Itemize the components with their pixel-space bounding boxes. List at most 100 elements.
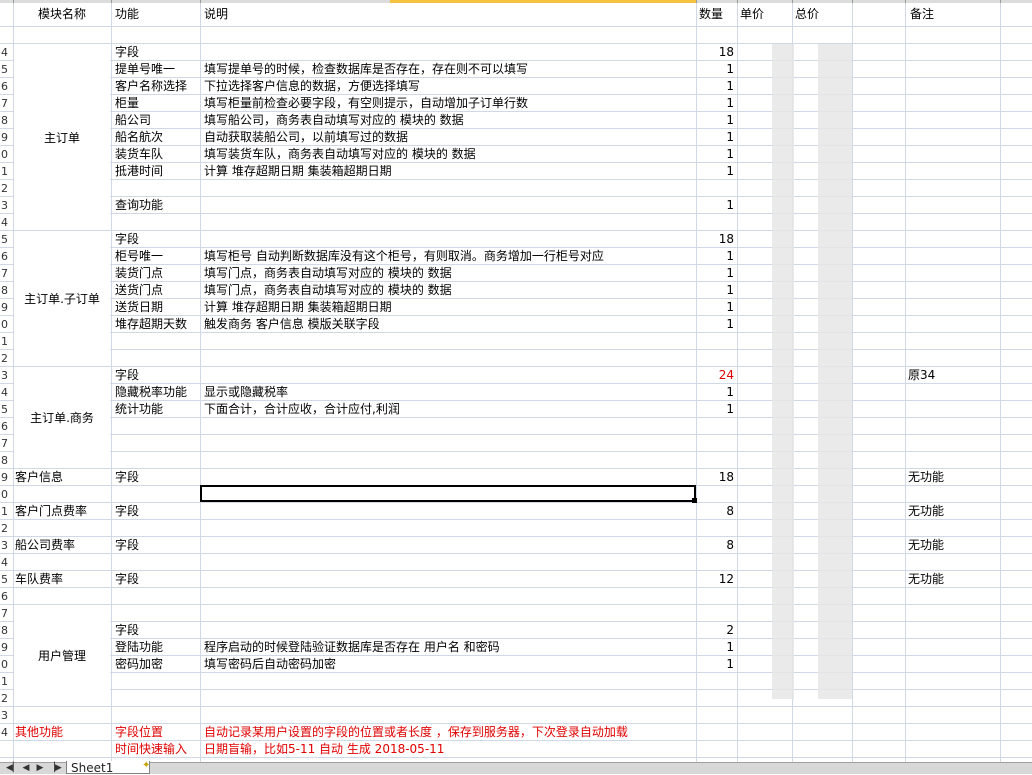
cell-description[interactable] [204, 605, 694, 622]
header-module-name[interactable]: 模块名称 [38, 4, 108, 24]
cell-description[interactable]: 填写柜号 自动判断数据库没有这个柜号，有则取消。商务增加一行柜号对应 [204, 248, 694, 265]
cell-function[interactable] [115, 27, 199, 44]
cell-function[interactable] [115, 486, 199, 503]
cell-function[interactable] [115, 707, 199, 724]
row-number[interactable]: 7 [0, 95, 8, 112]
cell-remark[interactable]: 无功能 [908, 469, 998, 486]
cell-quantity[interactable] [699, 435, 734, 452]
cell-function[interactable]: 时间快速输入 [115, 741, 199, 758]
cell-function[interactable] [115, 673, 199, 690]
cell-quantity[interactable]: 1 [699, 384, 734, 401]
cell-quantity[interactable] [699, 452, 734, 469]
cell-description[interactable]: 自动获取装船公司，以前填写过的数据 [204, 129, 694, 146]
cell-remark[interactable]: 无功能 [908, 537, 998, 554]
active-cell-selection[interactable] [200, 485, 696, 502]
cell-remark[interactable] [908, 605, 998, 622]
cell-function[interactable] [115, 180, 199, 197]
cell-description[interactable] [204, 214, 694, 231]
cell-remark[interactable] [908, 656, 998, 673]
cell-quantity[interactable]: 1 [699, 78, 734, 95]
cell-function[interactable]: 字段 [115, 367, 199, 384]
cell-description[interactable]: 填写密码后自动密码加密 [204, 656, 694, 673]
cell-remark[interactable] [908, 214, 998, 231]
cell-remark[interactable] [908, 401, 998, 418]
row-number[interactable]: 0 [0, 316, 8, 333]
row-number[interactable]: 3 [0, 707, 8, 724]
cell-description[interactable]: 程序启动的时候登陆验证数据库是否存在 用户名 和密码 [204, 639, 694, 656]
cell-quantity[interactable]: 1 [699, 316, 734, 333]
cell-description[interactable] [204, 537, 694, 554]
cell-remark[interactable] [908, 95, 998, 112]
row-number[interactable]: 6 [0, 588, 8, 605]
cell-description[interactable]: 显示或隐藏税率 [204, 384, 694, 401]
cell-description[interactable] [204, 588, 694, 605]
cell-description[interactable]: 填写船公司，商务表自动填写对应的 模块的 数据 [204, 112, 694, 129]
row-number[interactable]: 0 [0, 486, 8, 503]
cell-description[interactable] [204, 503, 694, 520]
cell-remark[interactable] [908, 197, 998, 214]
cell-description[interactable] [204, 622, 694, 639]
cell-remark[interactable] [908, 690, 998, 707]
cell-quantity[interactable]: 1 [699, 656, 734, 673]
row-number[interactable]: 3 [0, 367, 8, 384]
cell-function[interactable] [115, 418, 199, 435]
cell-function[interactable]: 客户名称选择 [115, 78, 199, 95]
row-number[interactable]: 5 [0, 231, 8, 248]
next-sheet-icon[interactable]: ▶ [34, 763, 46, 774]
cell-description[interactable] [204, 333, 694, 350]
cell-description[interactable]: 计算 堆存超期日期 集装箱超期日期 [204, 299, 694, 316]
cell-description[interactable] [204, 690, 694, 707]
cell-function[interactable]: 堆存超期天数 [115, 316, 199, 333]
cell-quantity[interactable]: 12 [699, 571, 734, 588]
cell-function[interactable] [115, 605, 199, 622]
cell-description[interactable]: 日期盲输，比如5-11 自动 生成 2018-05-11 [204, 741, 694, 758]
cell-description[interactable] [204, 197, 694, 214]
cell-quantity[interactable]: 8 [699, 503, 734, 520]
cell-description[interactable] [204, 180, 694, 197]
cell-remark[interactable] [908, 639, 998, 656]
cell-module[interactable] [15, 707, 109, 724]
cell-description[interactable]: 填写门点，商务表自动填写对应的 模块的 数据 [204, 282, 694, 299]
row-number[interactable]: 2 [0, 350, 8, 367]
row-number[interactable]: 0 [0, 656, 8, 673]
cell-quantity[interactable]: 1 [699, 299, 734, 316]
cell-quantity[interactable]: 1 [699, 163, 734, 180]
cell-quantity[interactable]: 1 [699, 639, 734, 656]
row-number[interactable] [0, 741, 8, 758]
cell-quantity[interactable] [699, 180, 734, 197]
cell-remark[interactable] [908, 231, 998, 248]
row-number[interactable]: 3 [0, 537, 8, 554]
cell-description[interactable] [204, 418, 694, 435]
cell-description[interactable] [204, 452, 694, 469]
cell-function[interactable]: 送货门点 [115, 282, 199, 299]
header-unit-price[interactable]: 单价 [740, 4, 790, 24]
cell-remark[interactable] [908, 146, 998, 163]
cell-module[interactable]: 其他功能 [15, 724, 109, 741]
cell-description[interactable] [204, 350, 694, 367]
row-number[interactable]: 1 [0, 673, 8, 690]
row-number[interactable]: 9 [0, 129, 8, 146]
row-number[interactable]: 3 [0, 197, 8, 214]
cell-quantity[interactable] [699, 554, 734, 571]
cell-quantity[interactable]: 1 [699, 197, 734, 214]
cell-function[interactable]: 字段 [115, 503, 199, 520]
cell-function[interactable]: 查询功能 [115, 197, 199, 214]
row-number[interactable] [0, 27, 8, 44]
row-number[interactable]: 2 [0, 180, 8, 197]
cell-quantity[interactable]: 18 [699, 44, 734, 61]
cell-quantity[interactable]: 24 [699, 367, 734, 384]
cell-quantity[interactable]: 1 [699, 282, 734, 299]
cell-function[interactable]: 字段 [115, 571, 199, 588]
cell-module[interactable]: 客户门点费率 [15, 503, 109, 520]
cell-function[interactable]: 密码加密 [115, 656, 199, 673]
cell-quantity[interactable] [699, 520, 734, 537]
header-function[interactable]: 功能 [115, 4, 195, 24]
cell-description[interactable] [204, 554, 694, 571]
cell-remark[interactable] [908, 27, 998, 44]
cell-module[interactable]: 车队费率 [15, 571, 109, 588]
row-number[interactable]: 2 [0, 520, 8, 537]
cell-remark[interactable] [908, 520, 998, 537]
cell-remark[interactable] [908, 129, 998, 146]
cell-quantity[interactable]: 1 [699, 248, 734, 265]
row-number[interactable]: 7 [0, 605, 8, 622]
